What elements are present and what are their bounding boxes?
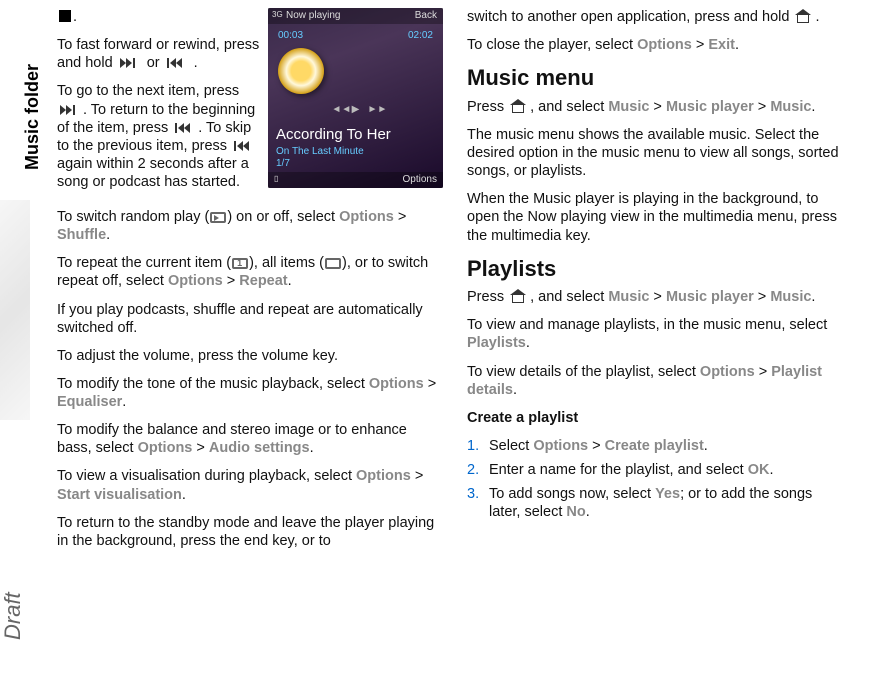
album-title: On The Last Minute xyxy=(276,146,435,159)
next-track-icon xyxy=(59,104,81,116)
music-menu-nav: Press , and select Music > Music player … xyxy=(467,98,843,116)
draft-watermark: Draft xyxy=(0,592,26,640)
stop-icon xyxy=(59,10,71,22)
page-content: 3G Now playing Back 00:03 02:02 ◄◄ ▶ ►► … xyxy=(45,0,870,674)
shuffle-instruction: To switch random play () on or off, sele… xyxy=(57,208,443,244)
prev-track-icon xyxy=(174,122,196,134)
list-item: 3. To add songs now, select Yes; or to a… xyxy=(467,485,843,521)
right-column: switch to another open application, pres… xyxy=(455,0,855,674)
home-key-icon-2 xyxy=(510,99,524,113)
music-menu-desc: The music menu shows the available music… xyxy=(467,126,843,180)
playlists-heading: Playlists xyxy=(467,255,843,283)
album-art xyxy=(278,48,324,94)
view-playlists-instruction: To view and manage playlists, in the mus… xyxy=(467,316,843,352)
song-title: According To Her xyxy=(276,126,435,145)
step-number: 2. xyxy=(467,461,479,479)
playlists-nav: Press , and select Music > Music player … xyxy=(467,288,843,306)
prev-track-icon-2 xyxy=(233,140,255,152)
repeat-all-icon xyxy=(325,258,341,269)
step-number: 3. xyxy=(467,485,479,503)
options-softkey: Options xyxy=(403,174,437,187)
now-playing-label: Now playing xyxy=(286,10,340,23)
shuffle-icon xyxy=(210,212,226,223)
volume-instruction: To adjust the volume, press the volume k… xyxy=(57,347,443,365)
battery-indicator: ▯ xyxy=(274,174,278,184)
back-softkey: Back xyxy=(415,10,437,23)
next-icon: ►► xyxy=(368,104,380,116)
audio-settings-instruction: To modify the balance and stereo image o… xyxy=(57,421,443,457)
prev-icon: ◄◄ xyxy=(332,104,344,116)
step-number: 1. xyxy=(467,437,479,455)
equaliser-instruction: To modify the tone of the music playback… xyxy=(57,375,443,411)
visualisation-instruction: To view a visualisation during playback,… xyxy=(57,467,443,503)
track-number: 1/7 xyxy=(276,158,435,171)
signal-indicator: 3G xyxy=(272,10,283,20)
total-time: 02:02 xyxy=(408,30,433,43)
home-key-icon-3 xyxy=(510,289,524,303)
podcast-note: If you play podcasts, shuffle and repeat… xyxy=(57,301,443,337)
create-playlist-subheading: Create a playlist xyxy=(467,409,843,427)
repeat-one-icon xyxy=(232,258,248,269)
phone-screenshot: 3G Now playing Back 00:03 02:02 ◄◄ ▶ ►► … xyxy=(268,8,443,188)
play-icon: ▶ xyxy=(350,104,362,116)
background-playing-note: When the Music player is playing in the … xyxy=(467,190,843,244)
close-player-instruction: To close the player, select Options > Ex… xyxy=(467,36,843,54)
sidebar-section-tab: Music folder xyxy=(22,64,43,170)
left-column: 3G Now playing Back 00:03 02:02 ◄◄ ▶ ►► … xyxy=(45,0,455,674)
elapsed-time: 00:03 xyxy=(278,30,303,43)
music-menu-heading: Music menu xyxy=(467,64,843,92)
list-item: 1. Select Options > Create playlist. xyxy=(467,437,843,455)
playlist-details-instruction: To view details of the playlist, select … xyxy=(467,363,843,399)
fast-forward-icon xyxy=(119,57,141,69)
repeat-instruction: To repeat the current item (), all items… xyxy=(57,254,443,290)
switch-app-instruction: switch to another open application, pres… xyxy=(467,8,843,26)
list-item: 2. Enter a name for the playlist, and se… xyxy=(467,461,843,479)
home-key-icon xyxy=(795,9,809,23)
rewind-icon xyxy=(166,57,188,69)
create-playlist-steps: 1. Select Options > Create playlist. 2. … xyxy=(467,437,843,522)
transport-controls: ◄◄ ▶ ►► xyxy=(268,104,443,116)
standby-instruction: To return to the standby mode and leave … xyxy=(57,514,443,550)
